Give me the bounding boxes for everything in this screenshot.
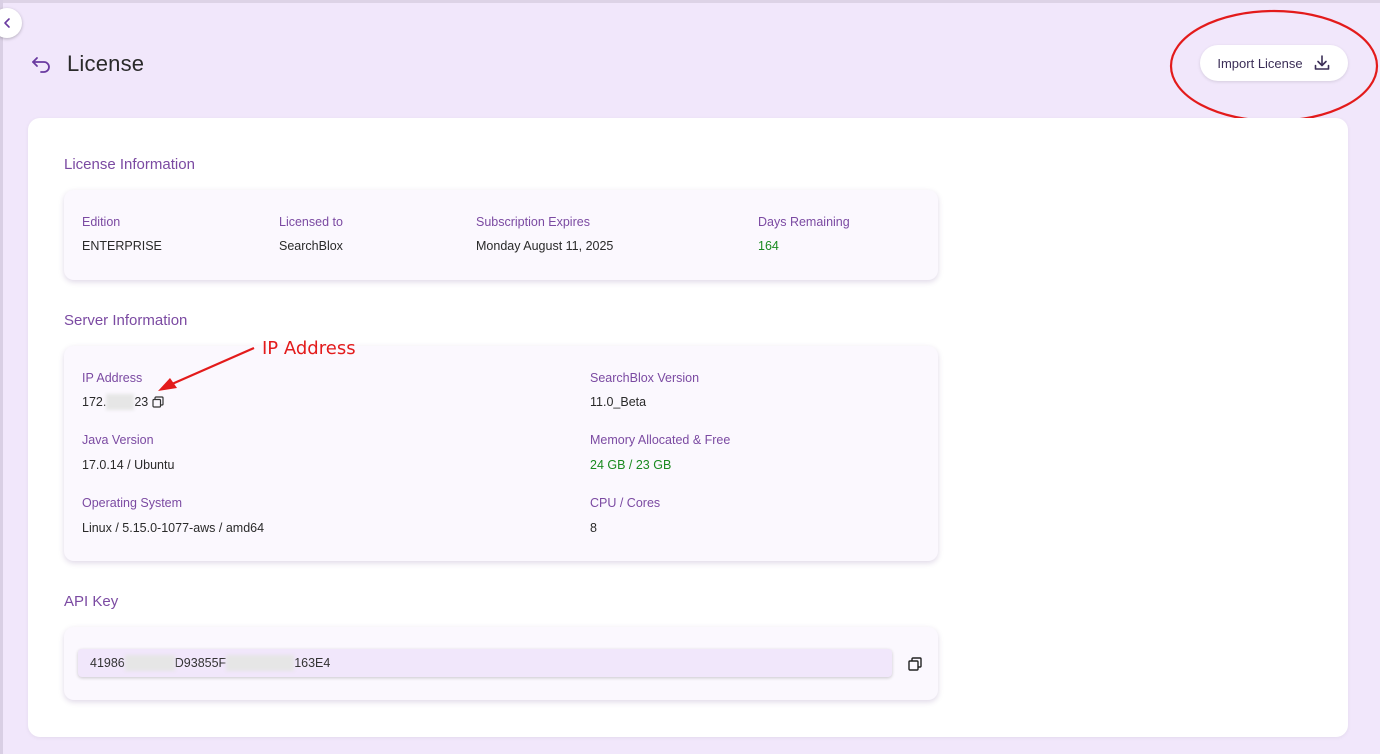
java-version-label: Java Version <box>82 433 154 447</box>
edition-value: ENTERPRISE <box>82 239 162 253</box>
cpu-label: CPU / Cores <box>590 496 661 510</box>
chevron-left-icon <box>4 18 10 28</box>
top-border <box>0 0 1380 3</box>
api-key-redacted-1 <box>124 655 175 671</box>
api-key-part3: 163E4 <box>294 656 331 670</box>
subscription-expires-value: Monday August 11, 2025 <box>476 239 614 253</box>
memory-label: Memory Allocated & Free <box>590 433 731 447</box>
os-label: Operating System <box>82 496 183 510</box>
days-remaining-value: 164 <box>758 239 779 253</box>
java-version-value: 17.0.14 / Ubuntu <box>82 458 175 472</box>
sidebar-collapse-button[interactable] <box>0 8 22 38</box>
license-info-title: License Information <box>64 156 195 173</box>
licensed-to-label: Licensed to <box>279 215 343 229</box>
page-title: License <box>67 51 145 76</box>
ip-address-start: 172. <box>82 395 107 409</box>
license-info-panel: Edition ENTERPRISE Licensed to SearchBlo… <box>64 190 938 280</box>
api-key-part2: D93855F <box>174 656 227 670</box>
back-arrow-icon <box>32 57 50 73</box>
copy-icon[interactable] <box>907 656 923 672</box>
api-key-field[interactable]: 41986 D93855F 163E4 <box>78 649 892 677</box>
annotation-label: IP Address <box>262 338 356 359</box>
import-license-label: Import License <box>1217 55 1303 71</box>
server-info-panel: IP Address 172. 23 SearchBlox Version 11… <box>64 346 938 561</box>
server-info-title: Server Information <box>64 312 188 329</box>
os-value: Linux / 5.15.0-1077-aws / amd64 <box>82 521 265 535</box>
copy-icon[interactable] <box>151 395 165 409</box>
licensed-to-value: SearchBlox <box>279 239 343 253</box>
api-key-title: API Key <box>64 593 119 610</box>
searchblox-version-value: 11.0_Beta <box>590 395 647 409</box>
searchblox-version-label: SearchBlox Version <box>590 371 700 385</box>
ip-address-end: 23 <box>134 395 149 409</box>
back-button[interactable] <box>30 53 52 75</box>
api-key-part1: 41986 <box>90 656 125 670</box>
memory-value: 24 GB / 23 GB <box>590 458 672 472</box>
page-header: License <box>30 46 144 82</box>
ip-address-redacted <box>106 394 135 410</box>
days-remaining-label: Days Remaining <box>758 215 850 229</box>
edition-label: Edition <box>82 215 121 229</box>
subscription-expires-label: Subscription Expires <box>476 215 590 229</box>
api-key-redacted-2 <box>226 655 295 671</box>
api-key-panel: 41986 D93855F 163E4 <box>64 627 938 700</box>
cpu-value: 8 <box>590 521 597 535</box>
import-license-button[interactable]: Import License <box>1200 45 1348 81</box>
ip-address-label: IP Address <box>82 371 143 385</box>
download-icon <box>1314 55 1329 70</box>
left-border <box>0 0 3 754</box>
license-card: License Information Edition ENTERPRISE L… <box>28 118 1348 737</box>
ip-address-value: 172. 23 <box>82 394 165 410</box>
